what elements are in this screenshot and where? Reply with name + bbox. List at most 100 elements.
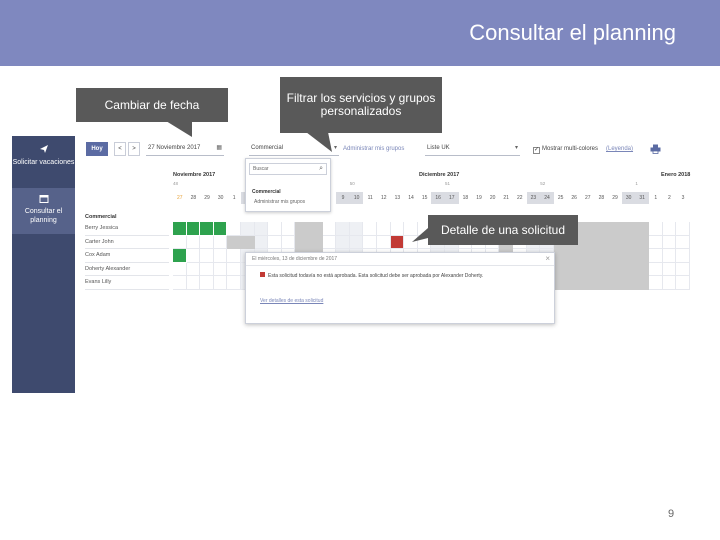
planning-cell[interactable] xyxy=(186,262,201,277)
planning-cell[interactable] xyxy=(309,222,323,236)
planning-cell[interactable] xyxy=(213,222,228,236)
planning-cell[interactable] xyxy=(676,249,690,263)
planning-cell[interactable] xyxy=(567,276,581,290)
planning-cell[interactable] xyxy=(227,222,241,236)
planning-cell[interactable] xyxy=(336,222,350,236)
planning-cell[interactable] xyxy=(241,222,255,236)
planning-cell[interactable] xyxy=(281,235,296,250)
sidebar-item-request-vacation[interactable]: Solicitar vacaciones xyxy=(12,142,75,186)
planning-cell[interactable] xyxy=(594,235,609,250)
planning-cell[interactable] xyxy=(173,249,187,263)
planning-cell[interactable] xyxy=(621,235,636,250)
planning-cell[interactable] xyxy=(173,276,187,290)
dropdown-item-commercial[interactable]: Commercial xyxy=(252,189,281,195)
planning-cell[interactable] xyxy=(553,276,568,290)
planning-cell[interactable] xyxy=(553,249,568,263)
planning-cell[interactable] xyxy=(295,222,309,236)
planning-cell[interactable] xyxy=(594,222,609,236)
planning-cell[interactable] xyxy=(581,222,595,236)
planning-cell[interactable] xyxy=(649,222,663,236)
planning-cell[interactable] xyxy=(635,276,649,290)
planning-cell[interactable] xyxy=(676,262,690,277)
planning-cell[interactable] xyxy=(608,222,622,236)
planning-cell[interactable] xyxy=(227,249,241,263)
planning-cell[interactable] xyxy=(567,249,581,263)
planning-cell[interactable] xyxy=(213,235,228,250)
view-request-details-link[interactable]: Ver detalles de esta solicitud xyxy=(260,298,323,304)
planning-cell[interactable] xyxy=(594,276,609,290)
planning-cell[interactable] xyxy=(254,222,269,236)
planning-cell[interactable] xyxy=(581,262,595,277)
planning-cell[interactable] xyxy=(635,249,649,263)
planning-cell[interactable] xyxy=(213,262,228,277)
planning-cell[interactable] xyxy=(213,249,228,263)
employee-name[interactable]: Cox Adam xyxy=(85,249,169,263)
planning-cell[interactable] xyxy=(200,222,214,236)
employee-name[interactable]: Evans Lilly xyxy=(85,276,169,290)
planning-cell[interactable] xyxy=(390,235,405,250)
today-button[interactable]: Hoy xyxy=(86,142,108,156)
planning-cell[interactable] xyxy=(200,262,214,277)
planning-cell[interactable] xyxy=(662,262,677,277)
planning-cell[interactable] xyxy=(662,222,677,236)
planning-cell[interactable] xyxy=(649,235,663,250)
planning-cell[interactable] xyxy=(621,249,636,263)
planning-cell[interactable] xyxy=(621,276,636,290)
planning-cell[interactable] xyxy=(227,276,241,290)
planning-cell[interactable] xyxy=(567,262,581,277)
planning-cell[interactable] xyxy=(581,249,595,263)
planning-cell[interactable] xyxy=(309,235,323,250)
planning-cell[interactable] xyxy=(173,222,187,236)
employee-name[interactable]: Carter John xyxy=(85,236,169,250)
planning-cell[interactable] xyxy=(662,249,677,263)
planning-cell[interactable] xyxy=(608,262,622,277)
planning-cell[interactable] xyxy=(173,235,187,250)
planning-cell[interactable] xyxy=(349,235,364,250)
planning-cell[interactable] xyxy=(594,262,609,277)
planning-cell[interactable] xyxy=(186,235,201,250)
previous-button[interactable]: < xyxy=(114,142,126,156)
planning-cell[interactable] xyxy=(363,235,377,250)
sidebar-item-view-planning[interactable]: Consultar el planning xyxy=(12,188,75,234)
planning-cell[interactable] xyxy=(635,262,649,277)
planning-cell[interactable] xyxy=(649,249,663,263)
planning-cell[interactable] xyxy=(676,276,690,290)
printer-icon[interactable] xyxy=(650,144,661,154)
planning-cell[interactable] xyxy=(390,222,405,236)
planning-cell[interactable] xyxy=(349,222,364,236)
planning-cell[interactable] xyxy=(295,235,309,250)
close-icon[interactable]: × xyxy=(545,254,550,263)
employee-name[interactable]: Doherty Alexander xyxy=(85,263,169,277)
multi-colors-checkbox[interactable]: ✓ Mostrar multi-colores xyxy=(533,142,598,156)
planning-cell[interactable] xyxy=(608,276,622,290)
planning-cell[interactable] xyxy=(281,222,296,236)
planning-cell[interactable] xyxy=(200,276,214,290)
planning-cell[interactable] xyxy=(213,276,228,290)
planning-cell[interactable] xyxy=(377,235,391,250)
planning-cell[interactable] xyxy=(227,262,241,277)
date-picker[interactable]: 27 Noviembre 2017 ▦ xyxy=(146,142,224,156)
planning-cell[interactable] xyxy=(676,222,690,236)
planning-cell[interactable] xyxy=(594,249,609,263)
planning-cell[interactable] xyxy=(635,222,649,236)
planning-cell[interactable] xyxy=(363,222,377,236)
planning-cell[interactable] xyxy=(676,235,690,250)
planning-cell[interactable] xyxy=(581,235,595,250)
planning-cell[interactable] xyxy=(377,222,391,236)
planning-cell[interactable] xyxy=(268,222,282,236)
legend-link[interactable]: (Leyenda) xyxy=(606,142,633,156)
planning-cell[interactable] xyxy=(649,262,663,277)
dropdown-item-manage-groups[interactable]: Administrar mis grupos xyxy=(254,199,305,205)
planning-cell[interactable] xyxy=(186,249,201,263)
planning-cell[interactable] xyxy=(200,249,214,263)
planning-cell[interactable] xyxy=(662,276,677,290)
planning-cell[interactable] xyxy=(322,235,337,250)
manage-groups-link[interactable]: Administrar mis grupos xyxy=(343,142,404,156)
next-button[interactable]: > xyxy=(128,142,140,156)
planning-cell[interactable] xyxy=(608,235,622,250)
planning-cell[interactable] xyxy=(635,235,649,250)
location-select[interactable]: Liste UK ▾ xyxy=(425,142,520,156)
planning-cell[interactable] xyxy=(621,262,636,277)
planning-cell[interactable] xyxy=(200,235,214,250)
planning-cell[interactable] xyxy=(322,222,337,236)
